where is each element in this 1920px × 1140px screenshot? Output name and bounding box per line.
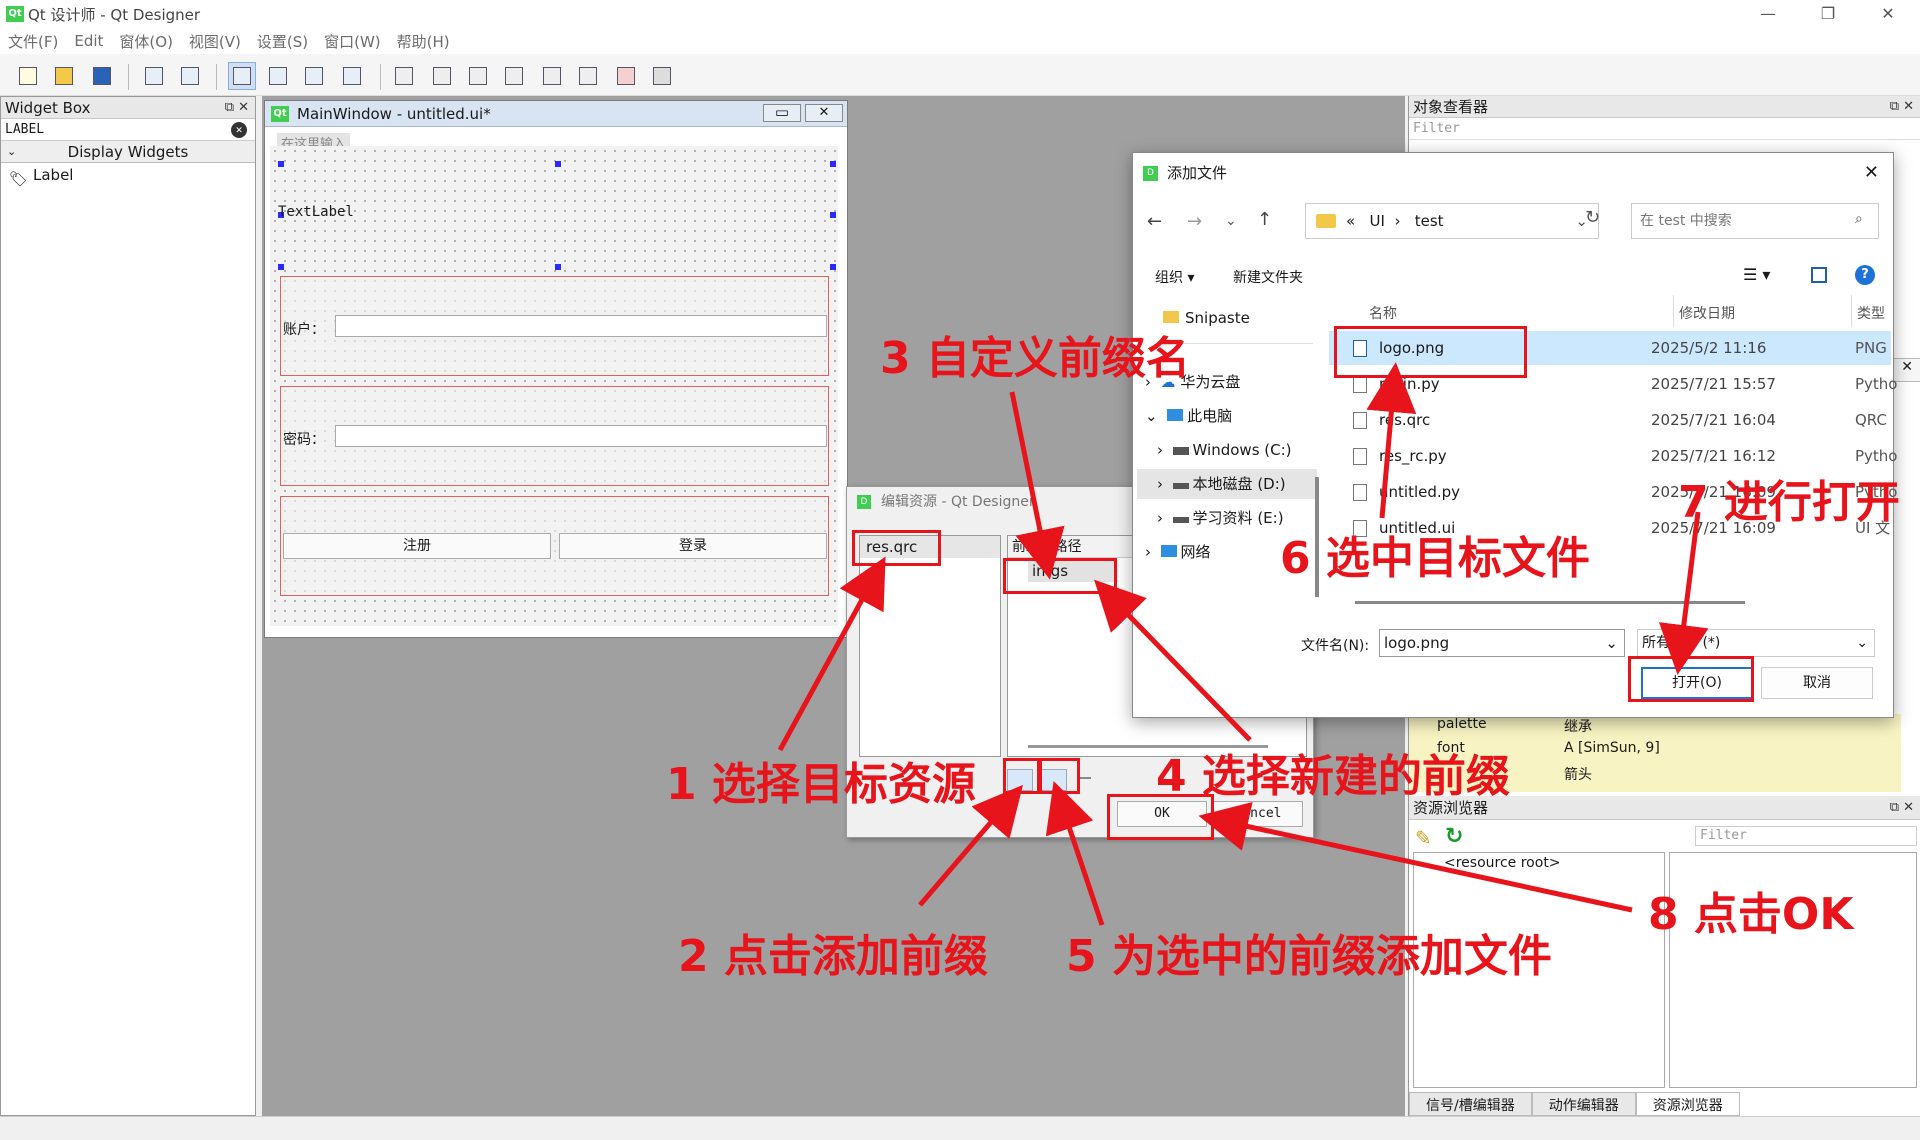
- annotation-step-8: 8 点击OK: [1648, 889, 1854, 940]
- annotation-step-4: 4 选择新建的前缀: [1156, 751, 1510, 802]
- annotation-step-1: 1 选择目标资源: [666, 759, 976, 810]
- annotation-step-2: 2 点击添加前缀: [678, 931, 988, 982]
- status-bar: [0, 1116, 1920, 1140]
- annotation-step-3: 3 自定义前缀名: [880, 333, 1190, 384]
- annotation-step-6: 6 选中目标文件: [1280, 533, 1590, 584]
- annotation-step-5: 5 为选中的前缀添加文件: [1066, 931, 1552, 982]
- annotation-step-7: 7 进行打开: [1678, 477, 1900, 528]
